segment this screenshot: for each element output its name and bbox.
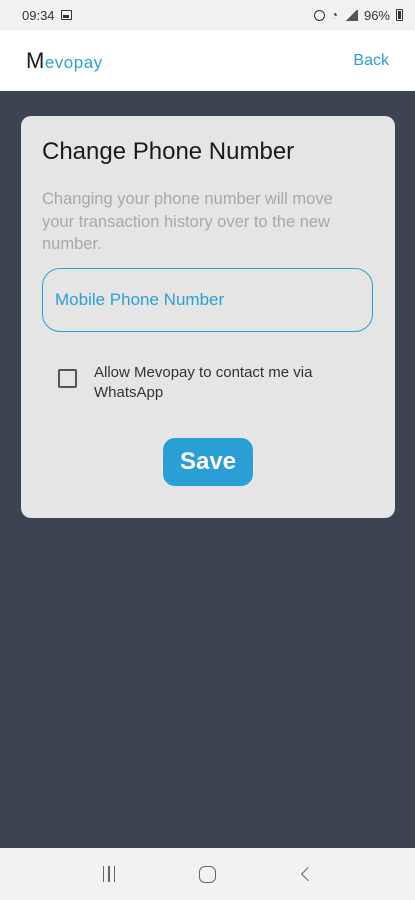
- recents-icon: [102, 866, 116, 882]
- back-icon: [300, 866, 315, 882]
- description-text: Changing your phone number will move you…: [42, 190, 333, 253]
- logo-initial: M: [26, 47, 45, 73]
- whatsapp-checkbox[interactable]: [58, 369, 77, 388]
- recents-button[interactable]: [89, 854, 129, 894]
- app-bar: Mevopay Back: [0, 30, 415, 91]
- home-button[interactable]: [187, 854, 227, 894]
- battery-percent: 96%: [363, 7, 390, 23]
- home-icon: [198, 865, 216, 883]
- image-icon: [60, 10, 72, 20]
- phone-number-input[interactable]: [55, 290, 360, 310]
- status-bar-left: 09:34: [22, 8, 72, 23]
- page-title: Change Phone Number: [42, 138, 295, 165]
- change-phone-card: Change Phone Number Changing your phone …: [21, 116, 395, 518]
- battery-icon: [396, 9, 403, 21]
- logo-text: evopay: [44, 52, 103, 72]
- system-back-button[interactable]: [286, 854, 326, 894]
- back-button[interactable]: Back: [353, 52, 389, 70]
- status-bar: 09:34 ◔ 96%: [0, 0, 415, 30]
- wifi-icon: ◔: [330, 8, 338, 22]
- mevopay-logo: Mevopay: [26, 48, 103, 74]
- signal-icon: [343, 9, 358, 21]
- save-button[interactable]: Save: [163, 438, 253, 486]
- whatsapp-consent-label: Allow Mevopay to contact me via WhatsApp: [94, 364, 313, 401]
- status-bar-right: ◔ 96%: [313, 7, 403, 23]
- alarm-icon: [313, 9, 325, 21]
- whatsapp-consent-row[interactable]: Allow Mevopay to contact me via WhatsApp: [58, 363, 354, 403]
- system-nav-bar: [0, 848, 415, 900]
- status-time: 09:34: [22, 7, 55, 23]
- phone-number-field[interactable]: [42, 268, 373, 332]
